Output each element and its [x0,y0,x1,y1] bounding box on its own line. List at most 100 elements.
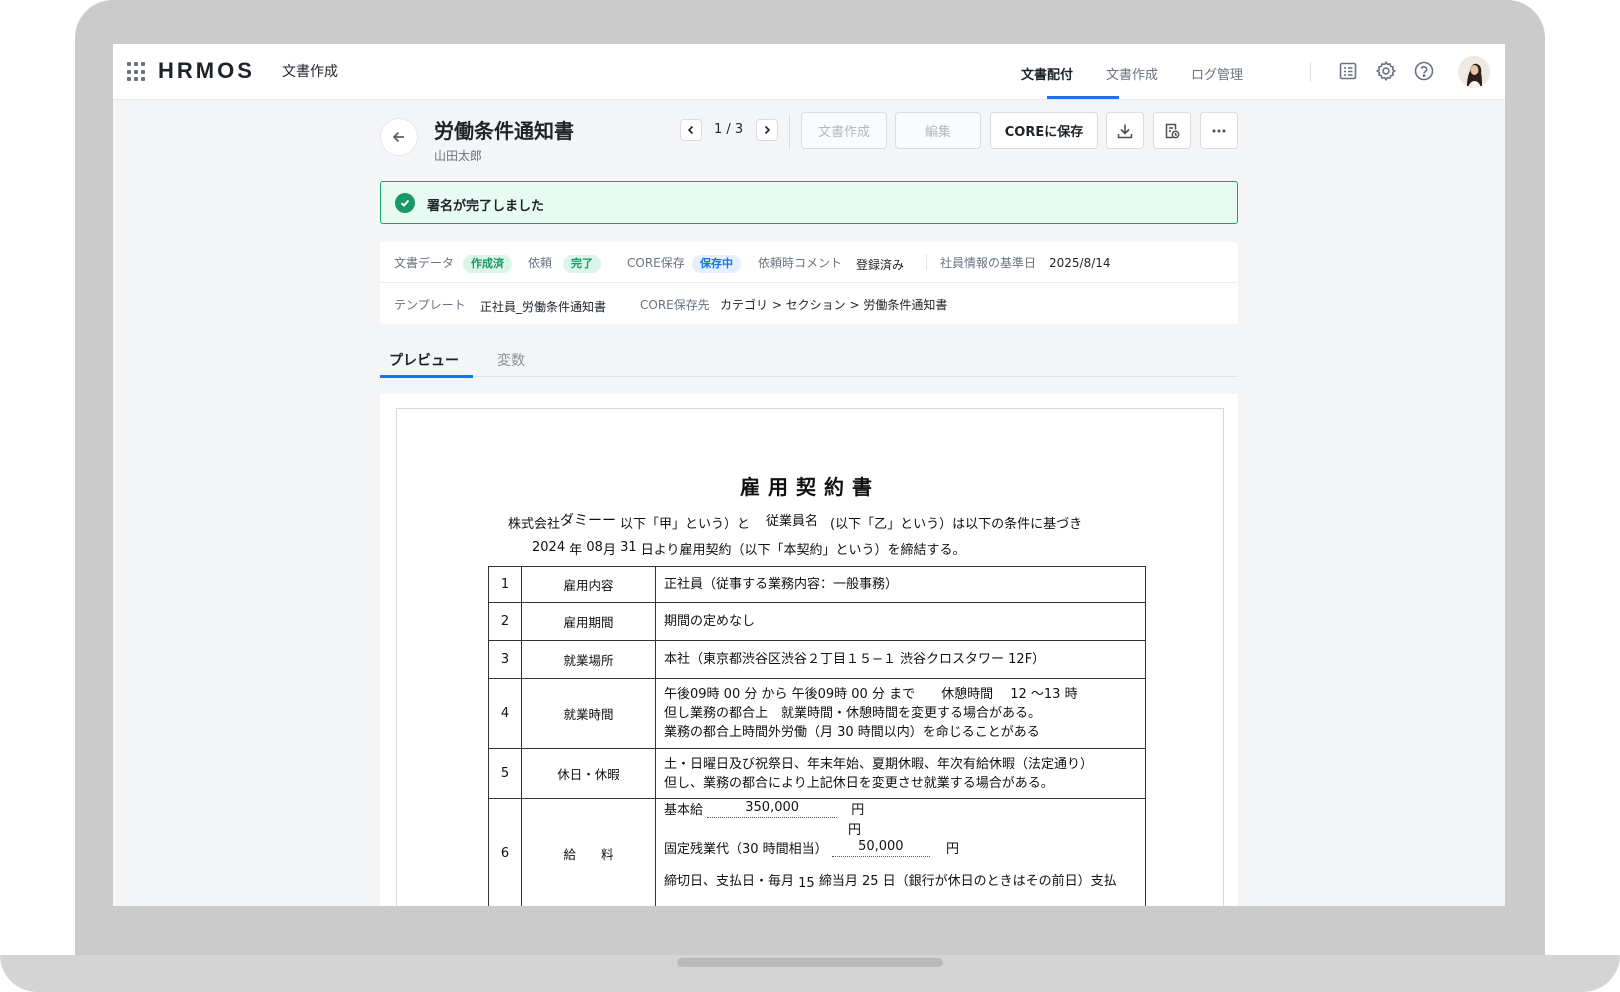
user-avatar[interactable] [1458,56,1490,88]
salary-overtime-value: 50,000 [831,837,930,857]
salary-base-value: 350,000 [707,798,838,818]
tabs-divider [380,376,1238,377]
save-to-core-button[interactable]: COREに保存 [990,112,1098,149]
nav-tab-create[interactable]: 文書作成 [1106,64,1158,83]
row-item: 給 料 [521,798,656,906]
gear-icon[interactable] [1375,60,1397,82]
row-body-line: 但し、業務の都合により上記休日を変更させ就業する場合がある。 [664,775,1054,791]
salary-overtime-label: 固定残業代（30 時間相当） [664,842,828,857]
intro-month-unit: 月 [602,543,616,558]
check-circle-icon [395,193,415,213]
salary-payday-text-b: 締当月 25 日（銀行が休日のときはその前日）支払 [818,874,1117,889]
contract-title: 雇用契約書 [740,475,880,499]
laptop-notch [677,958,943,967]
salary-base-unit: 円 [851,803,865,818]
template-value: 正社員_労働条件通知書 [480,300,607,314]
page-indicator: 1 / 3 [714,122,744,137]
header-divider [1310,62,1311,82]
download-icon[interactable] [1106,112,1144,149]
contract-intro-line1: 株式会社ダミーー 以下「甲」という）と 従業員名 (以下「乙」という）は以下の条件に基… [508,513,1082,533]
row-number: 3 [488,640,522,679]
help-icon[interactable] [1413,60,1435,82]
back-button[interactable] [380,118,418,156]
alert-message: 署名が完了しました [427,199,545,214]
row-body-line: 午後09時 00 分 から 午後09時 00 分 まで 休憩時間 12 ～13 … [664,687,1078,702]
table-row: 5 休日・休暇 土・日曜日及び祝祭日、年末年始、夏期休暇、年次有給休暇（法定通り… [488,748,1146,799]
tab-preview[interactable]: プレビュー [389,350,459,370]
core-destination-label: CORE保存先 [640,298,710,312]
salary-payday-text-a: 締切日、支払日・毎月 [664,874,795,889]
contract-intro-line2: 2024 年 08月 31 日より雇用契約（以下「本契約」という）を締結する。 [532,539,966,558]
core-destination-value: カテゴリ > セクション > 労働条件通知書 [720,298,948,312]
row-body: 午後09時 00 分 から 午後09時 00 分 まで 休憩時間 12 ～13 … [655,678,1146,749]
intro-month: 08 [586,540,603,555]
intro-text-b: (以下「乙」という）は以下の条件に基づき [830,517,1083,532]
intro-company-name: ダミーー [560,513,617,529]
row-body: 期間の定めなし [655,602,1146,641]
table-row: 3 就業場所 本社（東京都渋谷区渋谷２丁目１５−１ 渋谷クロスタワー 12F） [488,640,1146,679]
data-status-badge: 作成済 [463,255,512,273]
salary-close-day: 15 [798,876,815,891]
prev-page-button[interactable] [680,119,702,141]
comment-label: 依頼時コメント [758,256,843,270]
row-body: 土・日曜日及び祝祭日、年末年始、夏期休暇、年次有給休暇（法定通り） 但し、業務の… [655,748,1146,799]
row-number: 6 [488,798,522,906]
nav-tab-distribution[interactable]: 文書配付 [1021,64,1073,83]
request-label: 依頼 [528,256,553,270]
edit-button[interactable]: 編集 [895,112,981,149]
toolbar-divider [789,114,790,150]
row-number: 4 [488,678,522,749]
salary-overtime-unit: 円 [945,842,959,857]
next-page-button[interactable] [756,119,778,141]
salary-cell: 基本給 350,000 円 円 固定残業代（30 時間相当） 50,000 円 … [655,798,1146,906]
row-item: 就業場所 [521,640,656,679]
table-row: 4 就業時間 午後09時 00 分 から 午後09時 00 分 まで 休憩時間 … [488,678,1146,749]
meta-divider [926,254,927,270]
intro-year-unit: 年 [569,543,583,558]
row-body-line: 土・日曜日及び祝祭日、年末年始、夏期休暇、年次有給休暇（法定通り） [664,756,1094,772]
intro-company-prefix: 株式会社 [508,517,561,532]
comment-value: 登録済み [856,258,905,272]
table-row: 1 雇用内容 正社員（従事する業務内容：一般事務） [488,566,1146,603]
contract-page: 雇用契約書 株式会社ダミーー 以下「甲」という）と 従業員名 (以下「乙」という）は以… [396,408,1224,906]
tab-active-indicator [380,375,473,378]
row-number: 1 [488,566,522,603]
row-body-line: 但し業務の都合上 就業時間・休憩時間を変更する場合がある。 [664,706,1042,721]
salary-base-line: 基本給 350,000 円 [664,798,1137,821]
template-label: テンプレート [394,298,466,312]
salary-overtime-line: 固定残業代（30 時間相当） 50,000 円 [664,837,1137,860]
success-alert: 署名が完了しました [380,181,1238,224]
document-title: 労働条件通知書 [434,119,574,143]
app-grid-icon[interactable] [127,62,147,82]
intro-text-a: 以下「甲」という）と [620,517,751,532]
app-screen: HRMOS 文書作成 文書配付 文書作成 ログ管理 労働条件通知書 山田太郎 1… [113,44,1505,906]
request-status-badge: 完了 [563,255,601,273]
top-bar: HRMOS 文書作成 文書配付 文書作成 ログ管理 [113,44,1505,100]
data-status-label: 文書データ [394,256,455,270]
row-item: 休日・休暇 [521,748,656,799]
document-list-icon[interactable] [1337,60,1359,82]
nav-tab-logs[interactable]: ログ管理 [1191,64,1243,83]
document-owner: 山田太郎 [434,149,483,163]
nav-active-indicator [1047,96,1119,99]
document-preview: 雇用契約書 株式会社ダミーー 以下「甲」という）と 従業員名 (以下「乙」という）は以… [380,394,1238,906]
salary-payday-line: 締切日、支払日・毎月 15 締当月 25 日（銀行が休日のときはその前日）支払 [664,872,1137,891]
tab-variables[interactable]: 変数 [497,350,525,370]
base-date-label: 社員情報の基準日 [940,256,1037,270]
brand-product-name: 文書作成 [282,64,338,80]
row-number: 2 [488,602,522,641]
base-date-value: 2025/8/14 [1049,256,1111,270]
more-options-icon[interactable] [1200,112,1238,149]
meta-separator [380,282,1238,283]
document-history-icon[interactable] [1153,112,1191,149]
row-body-line: 業務の都合上時間外労働（月 30 時間以内）を命じることがある [664,725,1040,740]
brand-logo[interactable]: HRMOS [158,58,255,84]
salary-base-label: 基本給 [664,803,704,818]
row-number: 5 [488,748,522,799]
intro-text-c: 日より雇用契約（以下「本契約」という）を締結する。 [640,543,966,558]
core-save-badge: 保存中 [692,255,741,273]
row-body: 正社員（従事する業務内容：一般事務） [655,566,1146,603]
table-row: 6 給 料 基本給 350,000 円 円 固定残業代（30 時間相当） 50,… [488,798,1146,906]
core-save-label: CORE保存 [627,256,685,270]
create-document-button[interactable]: 文書作成 [801,112,887,149]
